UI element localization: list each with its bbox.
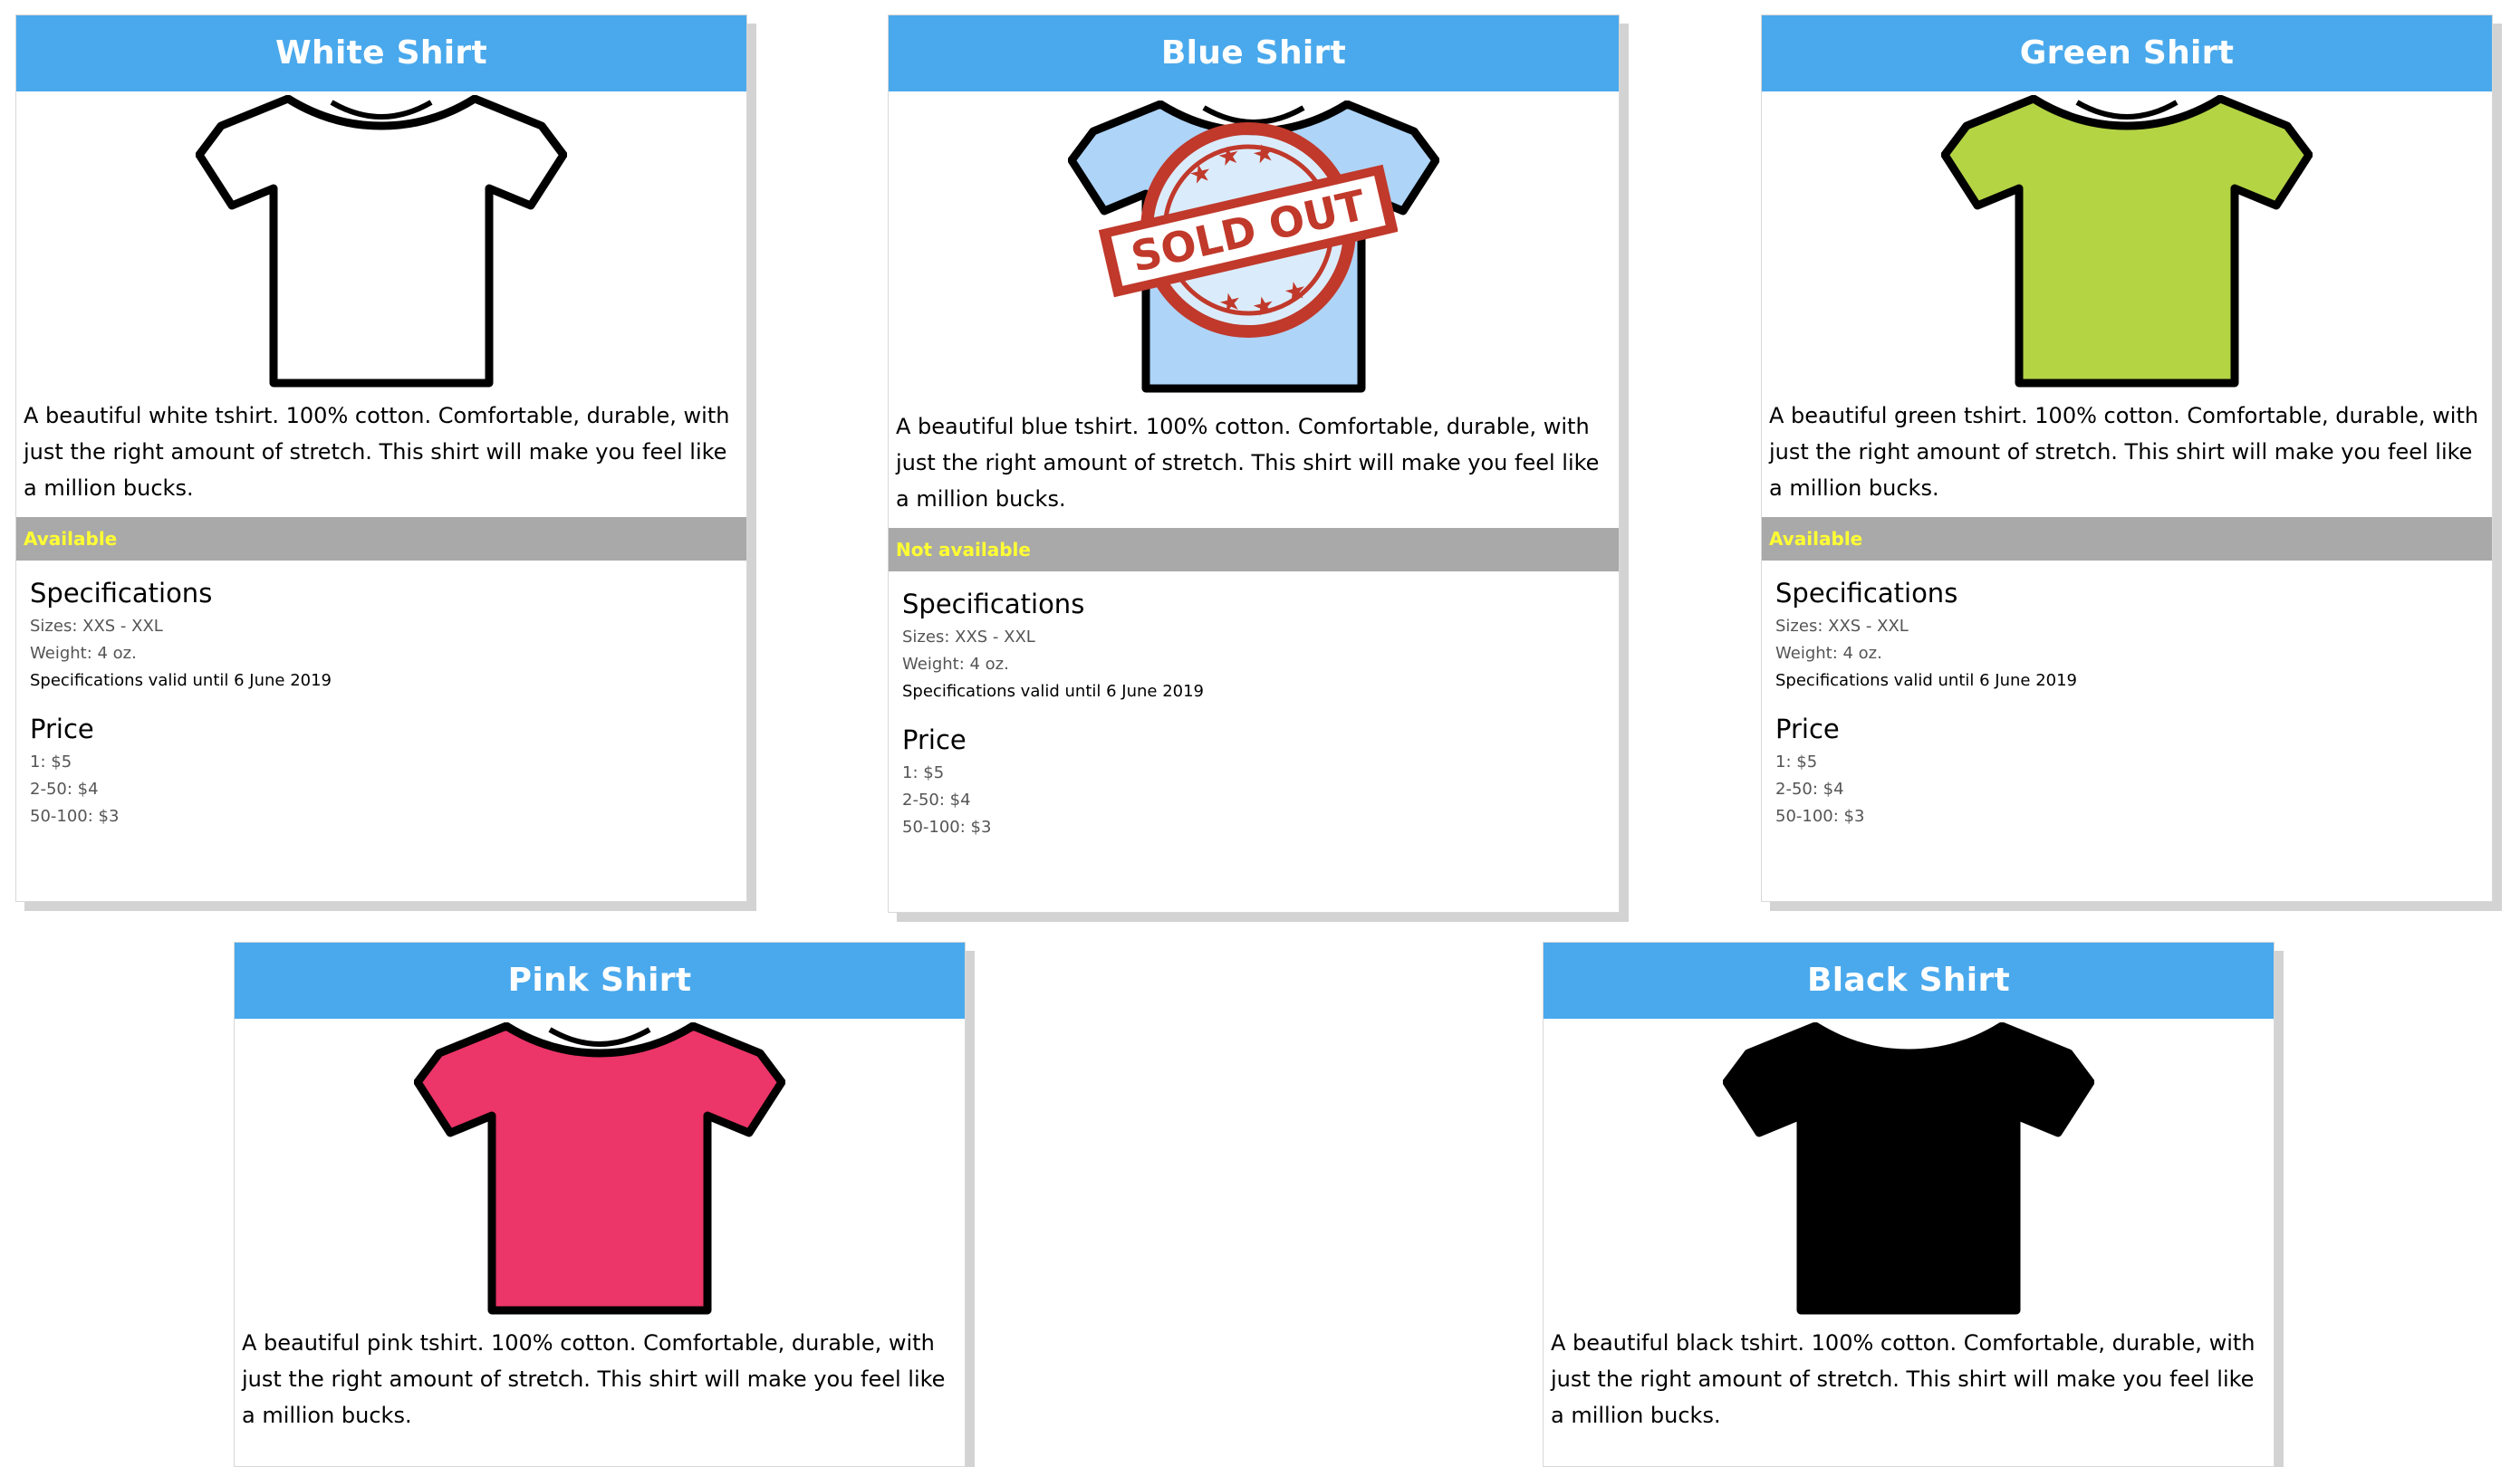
price-section: Price 1: $5 2-50: $4 50-100: $3	[889, 713, 1619, 849]
product-card-green-shirt: Green Shirt A beautiful green tshirt. 10…	[1761, 14, 2493, 902]
card-title: White Shirt	[16, 15, 746, 91]
valid-until-text: Specifications valid until 6 June 2019	[30, 671, 332, 690]
card-title: Pink Shirt	[235, 943, 965, 1019]
price-tier: 1: $5	[1775, 753, 1818, 772]
specifications-section: Specifications Sizes: XXS - XXL Weight: …	[16, 561, 746, 702]
product-card-white-shirt: White Shirt A beautiful white tshirt. 10…	[15, 14, 747, 902]
specifications-heading: Specifications	[30, 578, 213, 609]
price-tier: 50-100: $3	[30, 807, 120, 826]
specifications-section: Specifications Sizes: XXS - XXL Weight: …	[889, 571, 1619, 713]
price-tier: 50-100: $3	[902, 818, 992, 837]
availability-status: Not available	[889, 528, 1619, 571]
price-section: Price 1: $5 2-50: $4 50-100: $3	[1762, 702, 2492, 838]
availability-status: Available	[1762, 517, 2492, 561]
price-section: Price 1: $5 2-50: $4 50-100: $3	[16, 702, 746, 838]
specifications-heading: Specifications	[1775, 578, 1958, 609]
shirt-image	[1762, 91, 2492, 398]
price-tier: 50-100: $3	[1775, 807, 1865, 826]
product-description: A beautiful white tshirt. 100% cotton. C…	[24, 403, 730, 501]
weight-text: Weight: 4 oz.	[1775, 644, 1882, 663]
price-tier: 1: $5	[30, 753, 72, 772]
card-title: Black Shirt	[1544, 943, 2274, 1019]
sizes-text: Sizes: XXS - XXL	[902, 628, 1035, 647]
price-heading: Price	[1775, 714, 1840, 744]
shirt-image	[235, 1019, 965, 1325]
product-description: A beautiful blue tshirt. 100% cotton. Co…	[896, 414, 1600, 512]
tshirt-icon	[1941, 95, 2313, 388]
shirt-image	[16, 91, 746, 398]
sizes-text: Sizes: XXS - XXL	[1775, 617, 1909, 636]
specifications-section: Specifications Sizes: XXS - XXL Weight: …	[1762, 561, 2492, 702]
price-tier: 1: $5	[902, 763, 945, 782]
product-card-black-shirt: Black Shirt A beautiful black tshirt. 10…	[1543, 942, 2275, 1467]
price-tier: 2-50: $4	[30, 780, 99, 799]
sizes-text: Sizes: XXS - XXL	[30, 617, 163, 636]
specifications-heading: Specifications	[902, 589, 1085, 619]
card-title: Blue Shirt	[889, 15, 1619, 91]
product-card-pink-shirt: Pink Shirt A beautiful pink tshirt. 100%…	[234, 942, 966, 1467]
card-title: Green Shirt	[1762, 15, 2492, 91]
shirt-image	[1544, 1019, 2274, 1325]
shirt-image: ★ ★ ★ ★ ★ ★ SOLD OUT	[889, 91, 1619, 408]
tshirt-icon	[196, 95, 567, 388]
tshirt-icon	[414, 1022, 785, 1315]
price-heading: Price	[30, 714, 94, 744]
product-card-blue-shirt: Blue Shirt ★ ★ ★ ★ ★ ★ SOLD OUT A beauti…	[888, 14, 1620, 913]
tshirt-icon	[1723, 1022, 2094, 1315]
price-tier: 2-50: $4	[1775, 780, 1844, 799]
valid-until-text: Specifications valid until 6 June 2019	[902, 682, 1204, 701]
price-heading: Price	[902, 724, 967, 755]
product-description: A beautiful black tshirt. 100% cotton. C…	[1551, 1330, 2255, 1428]
product-description: A beautiful green tshirt. 100% cotton. C…	[1769, 403, 2479, 501]
weight-text: Weight: 4 oz.	[30, 644, 137, 663]
price-tier: 2-50: $4	[902, 791, 971, 810]
availability-status: Available	[16, 517, 746, 561]
product-description: A beautiful pink tshirt. 100% cotton. Co…	[242, 1330, 946, 1428]
weight-text: Weight: 4 oz.	[902, 655, 1009, 674]
sold-out-stamp-icon: ★ ★ ★ ★ ★ ★ SOLD OUT	[1099, 122, 1398, 338]
valid-until-text: Specifications valid until 6 June 2019	[1775, 671, 2077, 690]
